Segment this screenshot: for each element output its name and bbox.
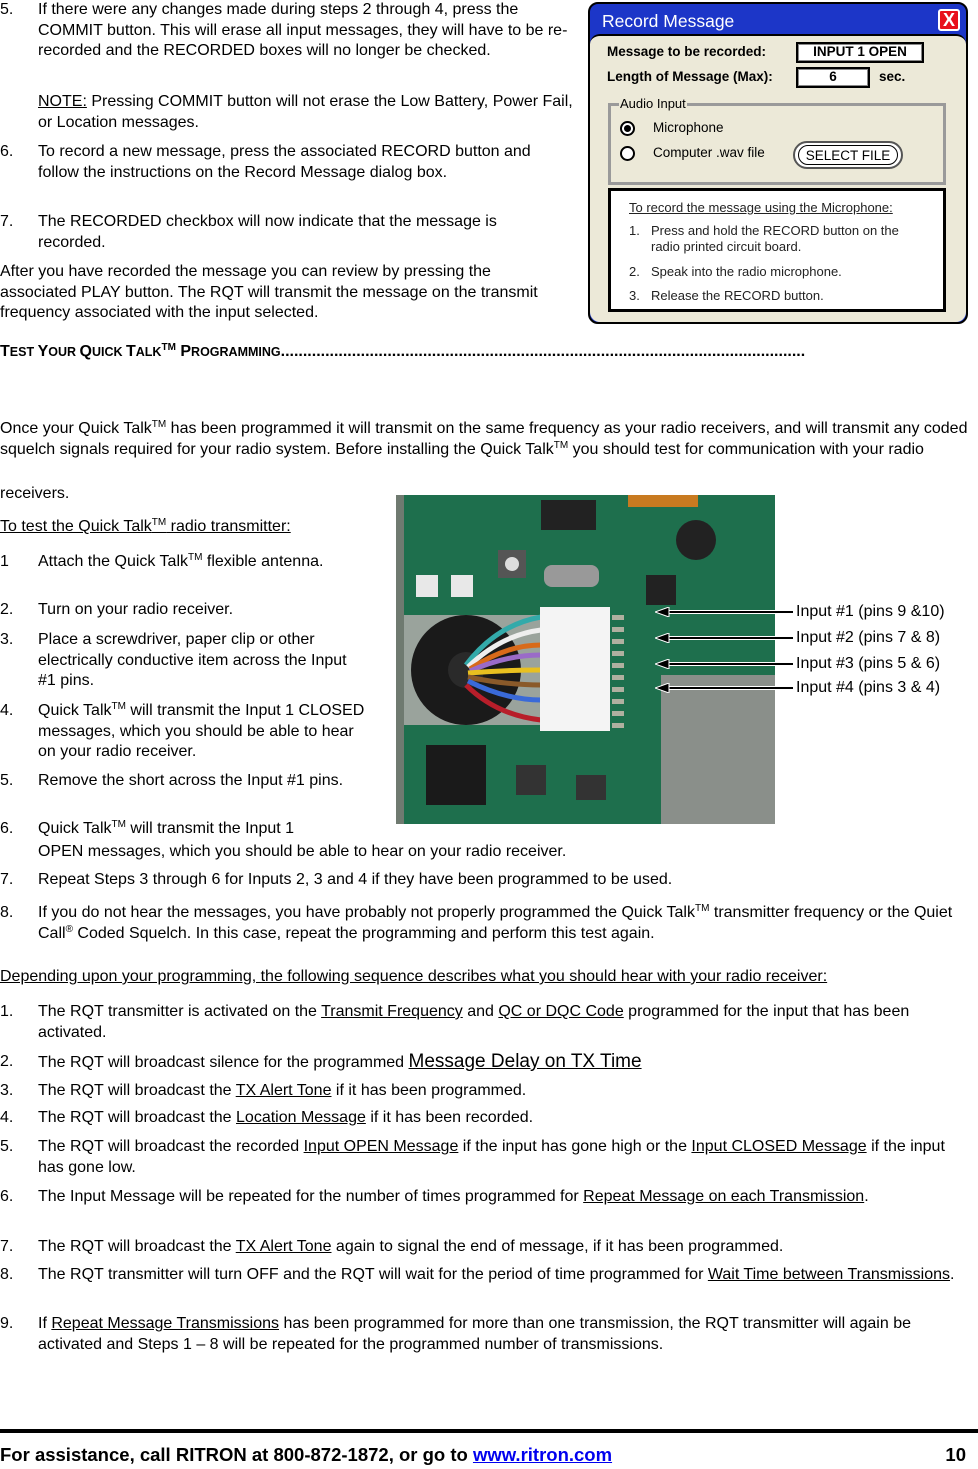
sequence-text: . (864, 1188, 869, 1205)
sequence-heading: Depending upon your programming, the fol… (0, 968, 828, 985)
sequence-item: 7. The RQT will broadcast the TX Alert To… (0, 1237, 973, 1258)
message-label: Message to be recorded: (607, 44, 767, 59)
message-field[interactable]: INPUT 1 OPEN (796, 42, 924, 63)
test-step: 1 Attach the Quick TalkTM flexible anten… (0, 552, 324, 571)
test-step: 3. Place a screwdriver, paper clip or oth… (0, 631, 347, 689)
setting-reference: Input OPEN Message (303, 1138, 459, 1155)
sequence-text: The RQT will broadcast the recorded (38, 1138, 304, 1155)
section-heading: TEST YOUR QUICK TALKTM PROGRAMMING......… (0, 343, 806, 360)
wav-file-radio[interactable] (620, 146, 635, 161)
sequence-text: if it has been recorded. (365, 1109, 534, 1126)
sequence-item-number: 2. (0, 1053, 14, 1070)
sequence-item-number: 5. (0, 1138, 14, 1155)
step-item: 6. To record a new message, press the as… (0, 143, 531, 181)
sequence-text: if it has been programmed. (331, 1082, 527, 1099)
microphone-label: Microphone (653, 120, 724, 135)
callout-input-2: Input #2 (pins 7 & 8) (796, 629, 941, 646)
sequence-item-number: 3. (0, 1082, 14, 1099)
callout-arrow-2 (655, 633, 793, 643)
sequence-text: if the input has gone high or the (458, 1138, 692, 1155)
dialog-body: Message to be recorded: INPUT 1 OPEN Len… (590, 34, 966, 322)
select-file-button[interactable]: SELECT FILE (793, 141, 903, 169)
test-step: 4. Quick TalkTM will transmit the Input 1… (0, 701, 365, 761)
test-step: 6. Quick TalkTM will transmit the Input 1 (0, 819, 295, 838)
sequence-item-number: 6. (0, 1188, 14, 1205)
length-field[interactable]: 6 (796, 67, 870, 88)
dialog-title: Record Message (602, 11, 735, 31)
setting-reference: Message Delay on TX Time (408, 1051, 642, 1072)
setting-reference: Repeat Message on each Transmission (583, 1188, 865, 1205)
footer-divider (0, 1429, 978, 1433)
wav-file-label: Computer .wav file (653, 145, 765, 160)
audio-input-group: Audio Input Microphone Computer .wav fil… (608, 96, 946, 185)
callout-input-1: Input #1 (pins 9 &10) (796, 603, 945, 620)
sequence-item: 4. The RQT will broadcast the Location Me… (0, 1108, 973, 1129)
sequence-item: 1. The RQT transmitter is activated on th… (0, 1002, 973, 1043)
sequence-item-number: 8. (0, 1266, 14, 1283)
callout-input-4: Input #4 (pins 3 & 4) (796, 679, 941, 696)
page-number: 10 (945, 1444, 966, 1465)
setting-reference: TX Alert Tone (235, 1082, 332, 1099)
setting-reference: QC or DQC Code (498, 1003, 624, 1020)
close-icon[interactable]: X (938, 9, 960, 31)
instruction-item: 2. Speak into the radio microphone. (629, 264, 842, 279)
intro-paragraph: Once your Quick TalkTM has been programm… (0, 419, 968, 458)
record-message-dialog: Record Message X Message to be recorded:… (588, 2, 968, 324)
callout-arrow-1 (655, 607, 793, 617)
sequence-text: The RQT will broadcast the (38, 1238, 236, 1255)
setting-reference: Repeat Message Transmissions (51, 1315, 279, 1332)
sequence-item: 3. The RQT will broadcast the TX Alert To… (0, 1081, 973, 1102)
intro-paragraph-end: receivers. (0, 485, 70, 502)
sequence-item: 8. The RQT transmitter will turn OFF and … (0, 1265, 973, 1286)
test-step: 2. Turn on your radio receiver. (0, 601, 234, 618)
step-item: 7. The RECORDED checkbox will now indica… (0, 213, 497, 251)
callout-arrow-3 (655, 659, 793, 669)
test-step: 7. Repeat Steps 3 through 6 for Inputs 2,… (0, 871, 673, 888)
length-unit: sec. (879, 69, 906, 84)
sequence-text: The RQT will broadcast silence for the p… (38, 1054, 409, 1071)
instructions-title: To record the message using the Micropho… (629, 200, 893, 215)
sequence-text: The RQT transmitter will turn OFF and th… (38, 1266, 708, 1283)
setting-reference: Location Message (236, 1109, 366, 1126)
sequence-text: and (462, 1003, 499, 1020)
sequence-text: The RQT will broadcast the (38, 1109, 237, 1126)
step-item: 5. If there were any changes made during… (0, 1, 568, 59)
setting-reference: Wait Time between Transmissions (707, 1266, 951, 1283)
sequence-item-number: 4. (0, 1109, 14, 1126)
length-label: Length of Message (Max): (607, 69, 773, 84)
setting-reference: Transmit Frequency (321, 1003, 463, 1020)
test-step: 8. If you do not hear the messages, you h… (0, 903, 953, 942)
sequence-item: 9. If Repeat Message Transmissions has be… (0, 1314, 973, 1355)
callout-input-3: Input #3 (pins 5 & 6) (796, 655, 941, 672)
setting-reference: TX Alert Tone (235, 1238, 332, 1255)
sequence-text: The Input Message will be repeated for t… (38, 1188, 584, 1205)
setting-reference: Input CLOSED Message (691, 1138, 867, 1155)
sequence-text: . (950, 1266, 955, 1283)
instruction-item: 1. Press and hold the RECORD button on t… (629, 223, 899, 254)
note-item: NOTE: Pressing COMMIT button will not er… (38, 93, 573, 131)
instruction-item: 3. Release the RECORD button. (629, 288, 824, 303)
sequence-item-number: 1. (0, 1003, 14, 1020)
sequence-text: If (38, 1315, 52, 1332)
microphone-radio[interactable] (620, 121, 635, 136)
sequence-item: 6. The Input Message will be repeated for… (0, 1187, 973, 1208)
audio-input-legend: Audio Input (619, 96, 687, 111)
test-step-continued: OPEN messages, which you should be able … (38, 843, 567, 860)
footer-text: For assistance, call RITRON at 800-872-1… (0, 1444, 613, 1465)
test-subheading: To test the Quick TalkTM radio transmitt… (0, 517, 291, 536)
callout-arrow-4 (655, 683, 793, 693)
heading-leader: ........................................… (280, 343, 806, 360)
ritron-website-link[interactable]: www.ritron.com (473, 1444, 612, 1465)
sequence-item: 2. The RQT will broadcast silence for the… (0, 1051, 973, 1074)
sequence-text: The RQT will broadcast the (38, 1082, 236, 1099)
sequence-text: again to signal the end of message, if i… (331, 1238, 784, 1255)
sequence-item-number: 7. (0, 1238, 14, 1255)
test-step: 5. Remove the short across the Input #1 p… (0, 772, 344, 789)
instructions-box: To record the message using the Micropho… (608, 188, 946, 312)
sequence-text: The RQT transmitter is activated on the (38, 1003, 322, 1020)
sequence-item: 5. The RQT will broadcast the recorded In… (0, 1137, 973, 1178)
after-recording-paragraph: After you have recorded the message you … (0, 263, 538, 321)
sequence-item-number: 9. (0, 1315, 14, 1332)
